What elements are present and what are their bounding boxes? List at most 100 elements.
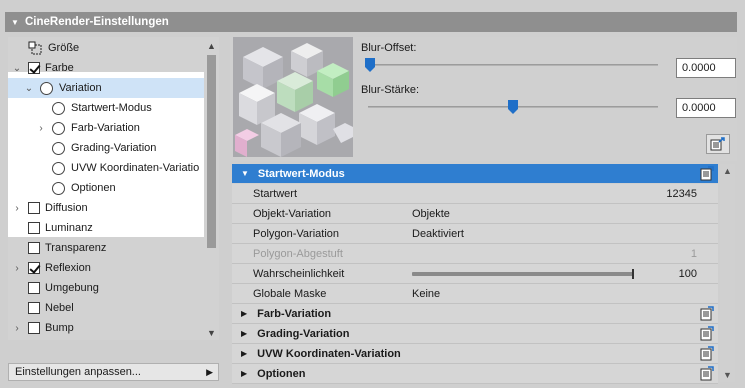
expand-triangle-icon[interactable]: ▶	[241, 309, 247, 318]
section-document-icon[interactable]	[700, 326, 714, 341]
document-export-icon	[710, 137, 725, 151]
section-header-startwert-modus[interactable]: ▼ Startwert-Modus	[232, 164, 718, 183]
expand-triangle-icon[interactable]: ▶	[241, 369, 247, 378]
radio-button[interactable]	[52, 101, 65, 115]
property-value-dropdown[interactable]: Deaktiviert	[412, 228, 464, 240]
checkbox[interactable]	[28, 202, 40, 214]
radio-button[interactable]	[52, 181, 65, 195]
blur-strength-slider-knob[interactable]	[508, 100, 518, 114]
scrollbar-thumb[interactable]	[207, 55, 216, 248]
expand-triangle-icon[interactable]: ▼	[241, 169, 249, 178]
scroll-down-icon[interactable]: ▼	[207, 328, 216, 338]
probability-slider[interactable]	[412, 272, 634, 276]
panel-titlebar[interactable]: ▼ CineRender-Einstellungen	[5, 12, 737, 32]
section-title: Farb-Variation	[257, 307, 332, 320]
tree-item[interactable]: › Reflexion	[8, 258, 204, 278]
scroll-down-icon[interactable]: ▼	[723, 370, 732, 380]
tree-item[interactable]: Umgebung	[8, 278, 204, 298]
blur-offset-slider-knob[interactable]	[365, 58, 375, 72]
customize-settings-label: Einstellungen anpassen...	[15, 366, 141, 378]
radio-button[interactable]	[52, 121, 65, 135]
tree-item-label: Bump	[45, 322, 74, 334]
property-value-dropdown[interactable]: Keine	[412, 288, 440, 300]
tree-scrollbar[interactable]: ▲ ▼	[205, 37, 218, 340]
collapsed-section-header[interactable]: ▶ Optionen	[232, 364, 718, 384]
expand-chevron-icon[interactable]: ⌄	[11, 63, 23, 74]
resize-icon	[28, 41, 42, 55]
section-document-icon[interactable]	[700, 306, 714, 321]
collapse-chevron-icon[interactable]: ›	[11, 323, 23, 334]
collapse-chevron-icon[interactable]: ›	[35, 123, 47, 134]
blur-offset-slider-track[interactable]	[368, 64, 658, 66]
property-row[interactable]: Polygon-Variation Deaktiviert	[232, 224, 718, 244]
radio-button[interactable]	[52, 141, 65, 155]
tree-item[interactable]: ⌄ Farbe	[8, 58, 204, 78]
expand-triangle-icon[interactable]: ▶	[241, 349, 247, 358]
property-row[interactable]: Wahrscheinlichkeit 100	[232, 264, 718, 284]
tree-item-label: Nebel	[45, 302, 74, 314]
scroll-up-icon[interactable]: ▲	[723, 166, 732, 176]
tree-item-label: Variation	[59, 82, 102, 94]
tree-item-label: Umgebung	[45, 282, 99, 294]
radio-button[interactable]	[40, 81, 53, 95]
preview-area: Blur-Offset: 0.0000 Blur-Stärke: 0.0000	[230, 37, 737, 161]
tree-item[interactable]: UVW Koordinaten-Variatio	[8, 158, 204, 178]
section-document-icon[interactable]	[700, 366, 714, 381]
blur-strength-label: Blur-Stärke:	[361, 84, 420, 96]
property-row[interactable]: Globale Maske Keine	[232, 284, 718, 304]
expand-chevron-icon[interactable]: ⌄	[23, 83, 35, 94]
section-title: UVW Koordinaten-Variation	[257, 347, 401, 360]
tree-item-label: Farbe	[45, 62, 74, 74]
tree-item[interactable]: ⌄ Variation	[8, 78, 204, 98]
section-document-icon[interactable]	[700, 166, 714, 181]
property-name: Polygon-Variation	[253, 227, 340, 240]
collapse-chevron-icon[interactable]: ›	[11, 263, 23, 274]
tree-item-label: Diffusion	[45, 202, 88, 214]
tree-item[interactable]: Grading-Variation	[8, 138, 204, 158]
section-document-icon[interactable]	[700, 346, 714, 361]
play-arrow-icon: ▶	[206, 367, 213, 377]
blur-offset-input[interactable]: 0.0000	[676, 58, 736, 78]
tree-item[interactable]: › Bump	[8, 318, 204, 338]
tree-item[interactable]: › Diffusion	[8, 198, 204, 218]
collapse-chevron-icon[interactable]: ›	[11, 203, 23, 214]
tree-item[interactable]: Optionen	[8, 178, 204, 198]
checkbox[interactable]	[28, 62, 40, 74]
blur-offset-label: Blur-Offset:	[361, 42, 417, 54]
tree-item[interactable]: Startwert-Modus	[8, 98, 204, 118]
property-row: Polygon-Abgestuft 1	[232, 244, 718, 264]
collapsed-section-header[interactable]: ▶ Farb-Variation	[232, 304, 718, 324]
checkbox[interactable]	[28, 262, 40, 274]
property-row[interactable]: Startwert 12345	[232, 184, 718, 204]
checkbox[interactable]	[28, 282, 40, 294]
tree-item-label: UVW Koordinaten-Variatio	[71, 162, 200, 174]
customize-settings-button[interactable]: Einstellungen anpassen... ▶	[8, 363, 219, 381]
collapse-triangle-icon[interactable]: ▼	[11, 18, 21, 27]
scroll-up-icon[interactable]: ▲	[207, 41, 216, 51]
property-row[interactable]: Objekt-Variation Objekte	[232, 204, 718, 224]
tree-item[interactable]: Luminanz	[8, 218, 204, 238]
checkbox[interactable]	[28, 302, 40, 314]
checkbox[interactable]	[28, 222, 40, 234]
checkbox[interactable]	[28, 322, 40, 334]
property-number[interactable]: 12345	[666, 188, 697, 200]
tree-item-label: Luminanz	[45, 222, 93, 234]
tree-item[interactable]: Transparenz	[8, 238, 204, 258]
preview-options-button[interactable]	[706, 134, 730, 154]
slider-end-marker[interactable]	[632, 269, 634, 279]
property-value-dropdown[interactable]: Objekte	[412, 208, 450, 220]
checkbox[interactable]	[28, 242, 40, 254]
tree-item[interactable]: Nebel	[8, 298, 204, 318]
section-title: Optionen	[257, 367, 306, 380]
property-number[interactable]: 100	[679, 268, 697, 280]
radio-button[interactable]	[52, 161, 65, 175]
expand-triangle-icon[interactable]: ▶	[241, 329, 247, 338]
properties-scrollbar[interactable]: ▲ ▼	[720, 164, 735, 382]
tree-item[interactable]: Größe	[8, 38, 204, 58]
property-name: Wahrscheinlichkeit	[253, 267, 345, 280]
blur-strength-input[interactable]: 0.0000	[676, 98, 736, 118]
section-title: Startwert-Modus	[257, 167, 345, 180]
tree-item[interactable]: › Farb-Variation	[8, 118, 204, 138]
collapsed-section-header[interactable]: ▶ UVW Koordinaten-Variation	[232, 344, 718, 364]
collapsed-section-header[interactable]: ▶ Grading-Variation	[232, 324, 718, 344]
